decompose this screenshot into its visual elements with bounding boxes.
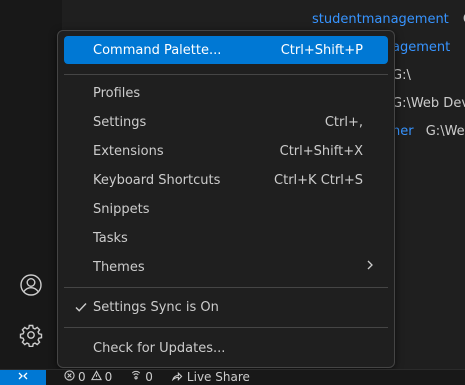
- menu-separator: [64, 287, 388, 288]
- chevron-right-icon: [364, 259, 376, 275]
- menu-item-label: Command Palette...: [93, 42, 222, 58]
- manage-menu: Command Palette... Ctrl+Shift+P Profiles…: [57, 30, 395, 368]
- remote-icon: [17, 370, 29, 385]
- recent-item-name[interactable]: ner: [392, 124, 414, 139]
- activity-bar: [0, 0, 62, 370]
- manage-gear-icon[interactable]: [19, 323, 43, 348]
- recent-item[interactable]: studentmanagement G: [312, 12, 465, 27]
- menu-item-command-palette[interactable]: Command Palette... Ctrl+Shift+P: [64, 36, 388, 64]
- menu-item-shortcut: Ctrl+Shift+P: [280, 42, 363, 58]
- menu-item-label: Keyboard Shortcuts: [93, 172, 221, 188]
- status-bar: 0 0 0 Live Share: [0, 369, 465, 385]
- ports-icon: [130, 370, 142, 385]
- menu-item-shortcut: Ctrl+,: [324, 114, 363, 130]
- menu-item-label: Check for Updates...: [93, 340, 226, 356]
- accounts-icon[interactable]: [19, 273, 43, 297]
- recent-item-name[interactable]: studentmanagement: [312, 12, 449, 27]
- menu-item-settings[interactable]: Settings Ctrl+,: [64, 108, 388, 136]
- menu-item-label: Extensions: [93, 143, 164, 159]
- menu-item-check-updates[interactable]: Check for Updates...: [64, 334, 388, 362]
- menu-item-themes[interactable]: Themes: [64, 253, 388, 281]
- menu-item-settings-sync[interactable]: Settings Sync is On: [64, 293, 388, 321]
- recent-item-path: G:\Web Dev: [392, 96, 465, 111]
- warning-count: 0: [104, 370, 113, 384]
- menu-item-shortcut: Ctrl+K Ctrl+S: [274, 172, 363, 188]
- menu-item-label: Settings: [93, 114, 147, 130]
- error-count: 0: [78, 370, 86, 384]
- live-share-button[interactable]: Live Share: [171, 370, 250, 385]
- error-icon: [64, 370, 75, 385]
- menu-item-label: Snippets: [93, 201, 150, 217]
- remote-button[interactable]: [0, 370, 46, 385]
- recent-item-path-text: G:\Web Dev: [392, 96, 465, 111]
- menu-item-shortcut: Ctrl+Shift+X: [279, 143, 363, 159]
- check-icon: [74, 300, 88, 314]
- menu-item-label: Tasks: [93, 230, 128, 246]
- menu-separator: [64, 74, 388, 75]
- ports-count: 0: [145, 370, 153, 384]
- recent-item-path: G:\We: [425, 124, 465, 139]
- menu-separator: [64, 327, 388, 328]
- recent-item-name[interactable]: agement: [392, 40, 450, 55]
- menu-item-profiles[interactable]: Profiles: [64, 79, 388, 107]
- menu-item-label: Profiles: [93, 85, 141, 101]
- menu-item-tasks[interactable]: Tasks: [64, 224, 388, 252]
- recent-item[interactable]: ner G:\We: [392, 124, 465, 139]
- ports-indicator[interactable]: 0: [130, 370, 153, 385]
- menu-item-snippets[interactable]: Snippets: [64, 195, 388, 223]
- menu-item-keyboard-shortcuts[interactable]: Keyboard Shortcuts Ctrl+K Ctrl+S: [64, 166, 388, 194]
- menu-item-label: Themes: [93, 259, 145, 275]
- menu-item-label: Settings Sync is On: [93, 299, 219, 315]
- live-share-icon: [171, 370, 183, 385]
- status-items: 0 0 0 Live Share: [64, 370, 250, 385]
- menu-item-extensions[interactable]: Extensions Ctrl+Shift+X: [64, 137, 388, 165]
- problems-indicator[interactable]: 0 0: [64, 370, 112, 385]
- live-share-label: Live Share: [186, 370, 250, 384]
- warning-icon: [90, 370, 102, 385]
- recent-item[interactable]: agement: [392, 40, 450, 55]
